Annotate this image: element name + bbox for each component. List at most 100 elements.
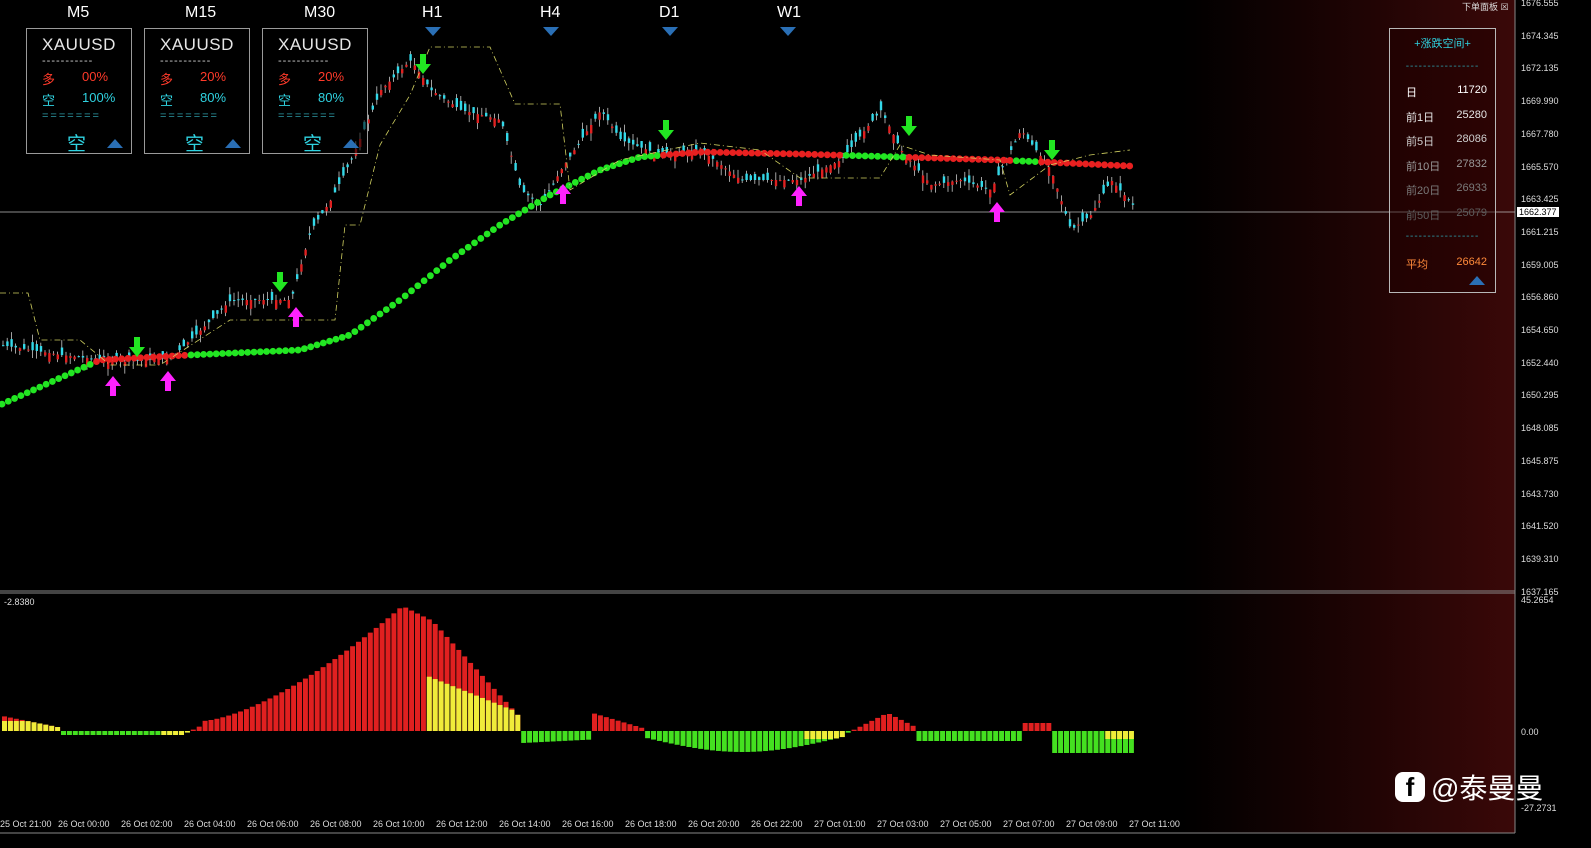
price-tick: 1672.135 [1521,63,1559,74]
ma-dot [742,149,749,157]
histogram-bar [261,701,267,731]
histogram-bar [302,678,308,731]
candle-body [548,190,551,192]
histogram-bar [816,731,822,739]
candle-body [191,331,194,339]
sell-arrow-icon [1044,140,1060,160]
histogram-bar [220,717,226,731]
candle-body [896,135,899,144]
candle-body [854,132,857,142]
candle-body [640,141,643,148]
panel-expand-icon[interactable] [1469,276,1485,285]
histogram-bar [214,718,220,731]
candle-body [1031,140,1034,145]
ma-dot [861,152,869,160]
candle-body [711,155,715,159]
histogram-bar [839,731,845,738]
candle-body [518,178,521,186]
histogram-bar [444,683,450,731]
close-icon[interactable]: ☒ [1501,2,1509,12]
tf-label-m15[interactable]: M15 [185,4,216,22]
candle-body [1035,141,1038,151]
ma-dot [622,158,630,166]
h4-collapse-icon[interactable] [543,27,559,36]
candle-body [207,319,211,323]
ma-dot [483,230,491,238]
histogram-bar [403,607,409,731]
candle-body [573,150,576,155]
tf-label-h1[interactable]: H1 [422,4,442,22]
long-label: 多 [42,72,56,87]
d1-collapse-icon[interactable] [662,27,678,36]
ma-dot [231,349,239,357]
tf-label-m5[interactable]: M5 [67,4,89,22]
ma-dot [697,148,705,156]
histogram-bar [1022,723,1028,731]
ma-dot [124,355,132,362]
stat-row: 前1日 25280 [1406,109,1487,125]
histogram-bar [356,641,361,731]
candle-body [850,140,853,147]
candle-body [1110,180,1114,186]
sell-arrow-icon [272,272,288,292]
expand-icon[interactable] [225,139,241,148]
tf-label-d1[interactable]: D1 [659,4,679,22]
candle-body [401,69,404,74]
histogram-bar [733,731,739,752]
histogram-bar [1005,731,1010,741]
histogram-bar [1016,731,1022,741]
histogram-bar [397,608,403,731]
histogram-bar [715,731,721,751]
candle-body [1115,185,1118,193]
tf-label-w1[interactable]: W1 [777,4,801,22]
w1-collapse-icon[interactable] [780,27,796,36]
price-tick: 1639.310 [1521,553,1559,564]
candle-body [527,193,530,196]
expand-icon[interactable] [343,139,359,148]
ma-dot [817,151,825,159]
candle-body [795,180,799,186]
histogram-bar [102,731,108,735]
panel-divider: ----------------- [1405,231,1480,242]
candle-body [338,177,341,184]
histogram-bar [609,718,615,731]
direction-label: 空 [185,134,205,155]
candle-body [464,103,467,111]
order-panel-label[interactable]: 下单面板 ☒ [1462,0,1509,13]
ma-dot [74,366,81,374]
ma-dot [672,150,680,158]
ma-dot [880,153,888,160]
buy-arrow-icon [105,376,121,396]
candle-body [892,134,895,144]
ma-dot [685,149,693,157]
histogram-bar [415,613,420,731]
candle-body [930,184,933,190]
candle-body [237,299,240,301]
histogram-bar [125,731,131,735]
histogram-bar [680,731,686,746]
tf-label-m30[interactable]: M30 [304,4,335,22]
tf-label-h4[interactable]: H4 [540,4,560,22]
ma-dot [389,301,396,309]
candle-body [241,298,244,300]
ma-dot [414,282,422,290]
histogram-bar [84,731,90,735]
histogram-bar [1040,723,1046,731]
expand-icon[interactable] [107,139,123,148]
histogram-bar [314,671,320,731]
histogram-bar [96,731,102,735]
candle-body [1127,199,1130,201]
stat-label: 前10日 [1406,161,1441,173]
ma-dot [1012,157,1020,165]
histogram-bar [621,722,627,731]
candle-body [325,206,328,212]
histogram-bar [409,610,415,731]
candle-body [65,355,68,363]
symbol-label: XAUUSD [278,35,352,54]
candle-body [77,356,80,358]
current-price-tag: 1662.377 [1517,207,1559,217]
h1-collapse-icon[interactable] [425,27,441,36]
candle-body [942,176,946,183]
ma-dot [1006,157,1014,164]
candle-body [434,93,437,96]
